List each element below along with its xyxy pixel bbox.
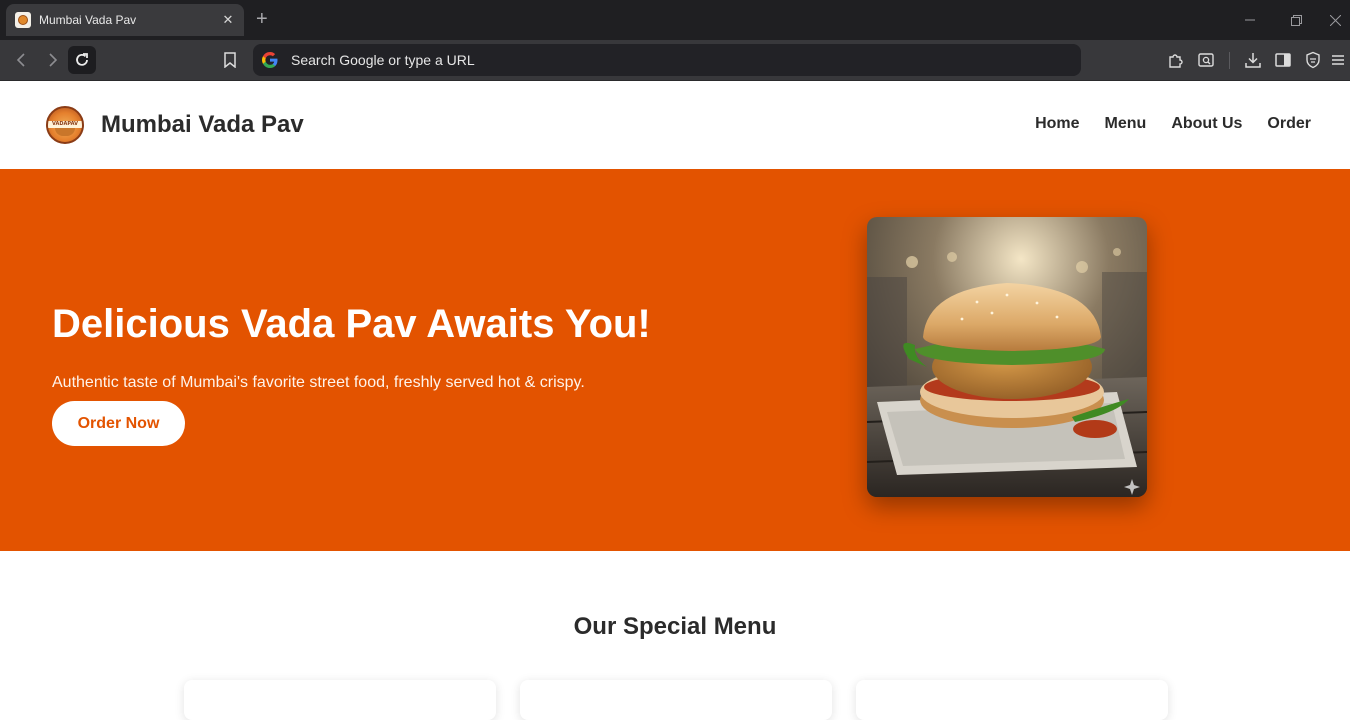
download-icon[interactable] — [1239, 46, 1267, 74]
logo-text: VADAPAV — [51, 121, 79, 127]
vada-pav-image — [867, 217, 1147, 497]
hero-subtitle: Authentic taste of Mumbai's favorite str… — [52, 374, 585, 391]
menu-card[interactable] — [520, 680, 832, 720]
nav-home[interactable]: Home — [1035, 115, 1079, 133]
google-icon — [262, 52, 278, 68]
tab-title: Mumbai Vada Pav — [39, 13, 137, 27]
new-tab-icon[interactable]: + — [256, 9, 268, 29]
browser-tab[interactable]: Mumbai Vada Pav ✕ — [6, 4, 244, 36]
vpn-shield-icon[interactable] — [1299, 46, 1327, 74]
bookmark-icon[interactable] — [216, 46, 244, 74]
site-header: VADAPAV Mumbai Vada Pav Home Menu About … — [0, 81, 1350, 169]
menu-card[interactable] — [856, 680, 1168, 720]
reload-icon[interactable] — [68, 46, 96, 74]
nav-order[interactable]: Order — [1267, 115, 1311, 133]
toolbar-divider — [1229, 52, 1230, 69]
main-nav: Home Menu About Us Order — [1035, 115, 1311, 133]
menu-card[interactable] — [184, 680, 496, 720]
menu-icon[interactable] — [1327, 46, 1349, 74]
hero-title: Delicious Vada Pav Awaits You! — [52, 302, 651, 346]
browser-tab-strip: Mumbai Vada Pav ✕ + — [0, 0, 1350, 40]
forward-icon[interactable] — [38, 46, 66, 74]
extensions-icon[interactable] — [1162, 46, 1190, 74]
minimize-icon[interactable] — [1227, 0, 1273, 40]
address-input[interactable] — [291, 52, 991, 68]
site-brand[interactable]: Mumbai Vada Pav — [101, 111, 304, 139]
close-window-icon[interactable] — [1320, 0, 1350, 40]
browser-toolbar — [0, 40, 1350, 81]
tab-close-icon[interactable]: ✕ — [218, 10, 238, 30]
back-icon[interactable] — [8, 46, 36, 74]
side-panel-icon[interactable] — [1269, 46, 1297, 74]
nav-about-us[interactable]: About Us — [1171, 115, 1242, 133]
vada-pav-logo[interactable]: VADAPAV — [46, 106, 84, 144]
nav-menu[interactable]: Menu — [1105, 115, 1147, 133]
site-favicon-icon — [15, 12, 31, 28]
restore-icon[interactable] — [1273, 0, 1319, 40]
tab-search-icon[interactable] — [1192, 46, 1220, 74]
order-now-button[interactable]: Order Now — [52, 401, 185, 446]
hero-section: Delicious Vada Pav Awaits You! Authentic… — [0, 169, 1350, 551]
menu-section-title: Our Special Menu — [573, 613, 777, 640]
address-bar[interactable] — [253, 44, 1081, 76]
